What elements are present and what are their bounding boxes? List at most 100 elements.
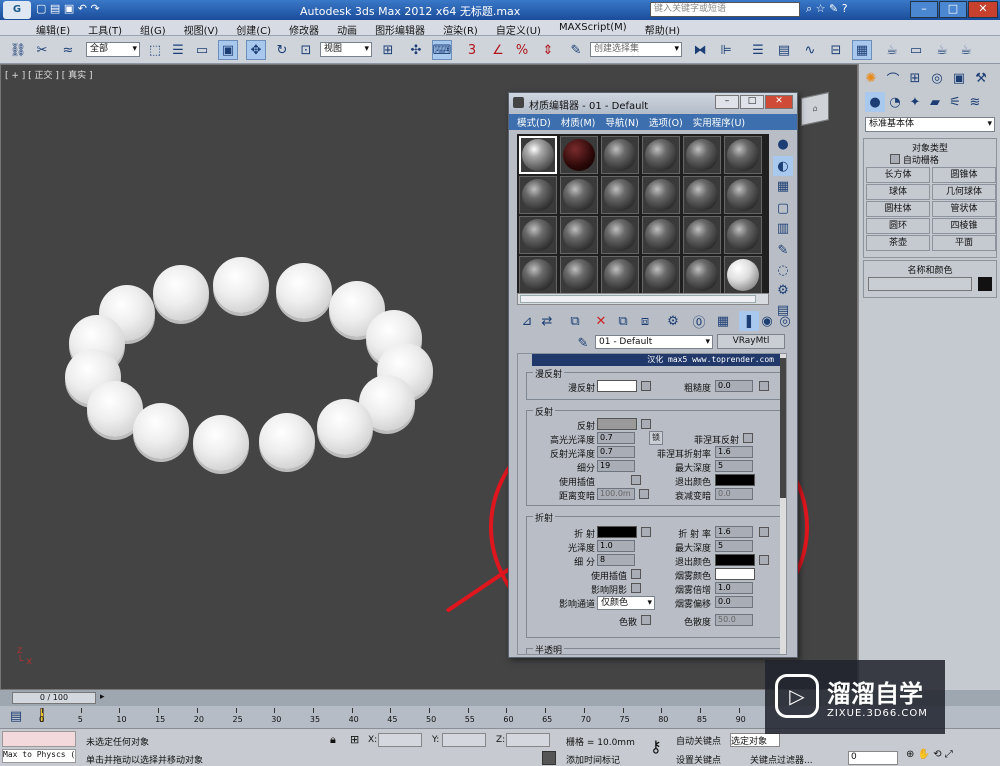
layer-manager-icon[interactable]: ☰ [748,40,768,60]
redo-icon[interactable]: ↷ [90,2,99,15]
rendered-frame-icon[interactable]: ▭ [906,40,926,60]
render-production-icon[interactable]: ☕ [932,40,952,60]
primitive-button[interactable]: 茶壶 [866,235,930,251]
move-icon[interactable]: ✥ [246,40,266,60]
roughness-spinner[interactable]: 0.0 [715,380,753,392]
frame-input[interactable]: 0 [848,751,898,765]
ior-spinner[interactable]: 1.6 [715,526,753,538]
menu-item[interactable]: 自定义(U) [496,22,541,37]
put-to-scene-icon[interactable]: ⇄ [537,311,557,331]
primitive-button[interactable]: 圆柱体 [866,201,930,217]
rect-selection-icon[interactable]: ▭ [192,40,212,60]
mat-menu-item[interactable]: 模式(D) [517,115,551,129]
graphite-icon[interactable]: ▤ [774,40,794,60]
x-coord-input[interactable] [378,733,422,747]
dispersion-checkbox[interactable] [641,615,651,625]
make-preview-icon[interactable]: ✎ [773,240,793,260]
mat-menu-item[interactable]: 选项(O) [649,115,683,129]
autogrid-checkbox[interactable] [890,154,900,164]
go-parent-icon[interactable]: ◉ [757,311,777,331]
motion-tab-icon[interactable]: ◎ [927,68,947,88]
slot-scrollbar[interactable] [517,293,769,305]
material-slot[interactable] [642,136,680,174]
rotate-icon[interactable]: ↻ [272,40,292,60]
copy-material-icon[interactable]: ⧉ [613,311,633,331]
reference-coord-select[interactable]: 视图 ▾ [320,42,372,57]
reflect-swatch[interactable] [597,418,637,430]
exit-color-swatch[interactable] [715,474,755,486]
dim-falloff-spinner[interactable]: 0.0 [715,488,753,500]
align-icon[interactable]: ⊫ [716,40,736,60]
primitive-button[interactable]: 四棱锥 [932,218,996,234]
hierarchy-tab-icon[interactable]: ⊞ [905,68,925,88]
render-setup-icon[interactable]: ☕ [882,40,902,60]
eyedropper-icon[interactable]: ✎ [573,333,593,353]
material-slot[interactable] [724,136,762,174]
sample-type-icon[interactable]: ● [773,134,793,154]
use-interp-checkbox[interactable] [631,475,641,485]
material-name-select[interactable]: 01 - Default ▾ [595,335,713,349]
subdivs-spinner[interactable]: 19 [597,460,635,472]
key-icon[interactable]: ⚷ [650,737,662,756]
star-icon[interactable]: ☆ [816,2,826,15]
modify-tab-icon[interactable]: ⌒ [883,68,903,88]
refr-exit-color-swatch[interactable] [715,554,755,566]
material-slot[interactable] [519,216,557,254]
mat-menu-item[interactable]: 导航(N) [605,115,639,129]
get-material-icon[interactable]: ⊿ [517,311,537,331]
primitive-button[interactable]: 几何球体 [932,184,996,200]
uv-tiling-icon[interactable]: ▢ [773,198,793,218]
keyboard-shortcut-icon[interactable]: ⌨ [432,40,452,60]
tools-icon[interactable]: ✎ [829,2,838,15]
material-slot[interactable] [642,176,680,214]
menu-item[interactable]: 视图(V) [184,22,219,37]
percent-snap-icon[interactable]: % [512,40,532,60]
material-editor-icon[interactable]: ▦ [852,40,872,60]
shapes-icon[interactable]: ◔ [885,92,905,112]
binoculars-icon[interactable]: ⌕ [806,2,812,15]
lock-button[interactable]: 锁 [649,431,663,445]
mirror-icon[interactable]: ⧓ [690,40,710,60]
unlink-icon[interactable]: ✂ [32,40,52,60]
material-slot[interactable] [683,256,721,294]
maxscript-listener[interactable] [2,731,76,747]
create-tab-icon[interactable]: ✺ [861,68,881,88]
material-slot[interactable] [683,216,721,254]
geometry-icon[interactable]: ● [865,92,885,112]
select-object-icon[interactable]: ⬚ [145,40,165,60]
mat-menu-item[interactable]: 材质(M) [561,115,596,129]
selection-filter-select[interactable]: 全部 ▾ [86,42,140,57]
time-next-icon[interactable]: ▸ [100,692,105,702]
lights-icon[interactable]: ✦ [905,92,925,112]
abbe-spinner[interactable]: 50.0 [715,614,753,626]
object-name-input[interactable] [868,277,972,291]
edit-named-selection-icon[interactable]: ✎ [566,40,586,60]
material-slot[interactable] [724,256,762,294]
primitive-button[interactable]: 长方体 [866,167,930,183]
new-file-icon[interactable]: ▢ [36,2,46,15]
window-crossing-icon[interactable]: ▣ [218,40,238,60]
refr-max-depth-spinner[interactable]: 5 [715,540,753,552]
manipulate-icon[interactable]: ✣ [406,40,426,60]
display-tab-icon[interactable]: ▣ [949,68,969,88]
options-icon[interactable]: ◌ [773,260,793,280]
refract-swatch[interactable] [597,526,637,538]
assign-material-icon[interactable]: ⧉ [565,311,585,331]
fresnel-checkbox[interactable] [743,433,753,443]
menu-item[interactable]: 修改器 [289,22,319,37]
maximize-button[interactable]: □ [939,1,967,18]
reflect-map-button[interactable] [641,419,651,429]
dim-dist-spinner[interactable]: 100.0m [597,488,635,500]
put-to-library-icon[interactable]: ⚙ [663,311,683,331]
pivot-icon[interactable]: ⊞ [378,40,398,60]
material-slot[interactable] [519,256,557,294]
material-slot[interactable] [560,176,598,214]
diffuse-swatch[interactable] [597,380,637,392]
viewcube-icon[interactable]: ⌂ [801,92,829,126]
scale-icon[interactable]: ⊡ [296,40,316,60]
material-slot[interactable] [642,216,680,254]
object-color-swatch[interactable] [978,277,992,291]
fresnel-ior-spinner[interactable]: 1.6 [715,446,753,458]
category-select[interactable]: 标准基本体 ▾ [865,117,995,132]
refr-gloss-spinner[interactable]: 1.0 [597,540,635,552]
